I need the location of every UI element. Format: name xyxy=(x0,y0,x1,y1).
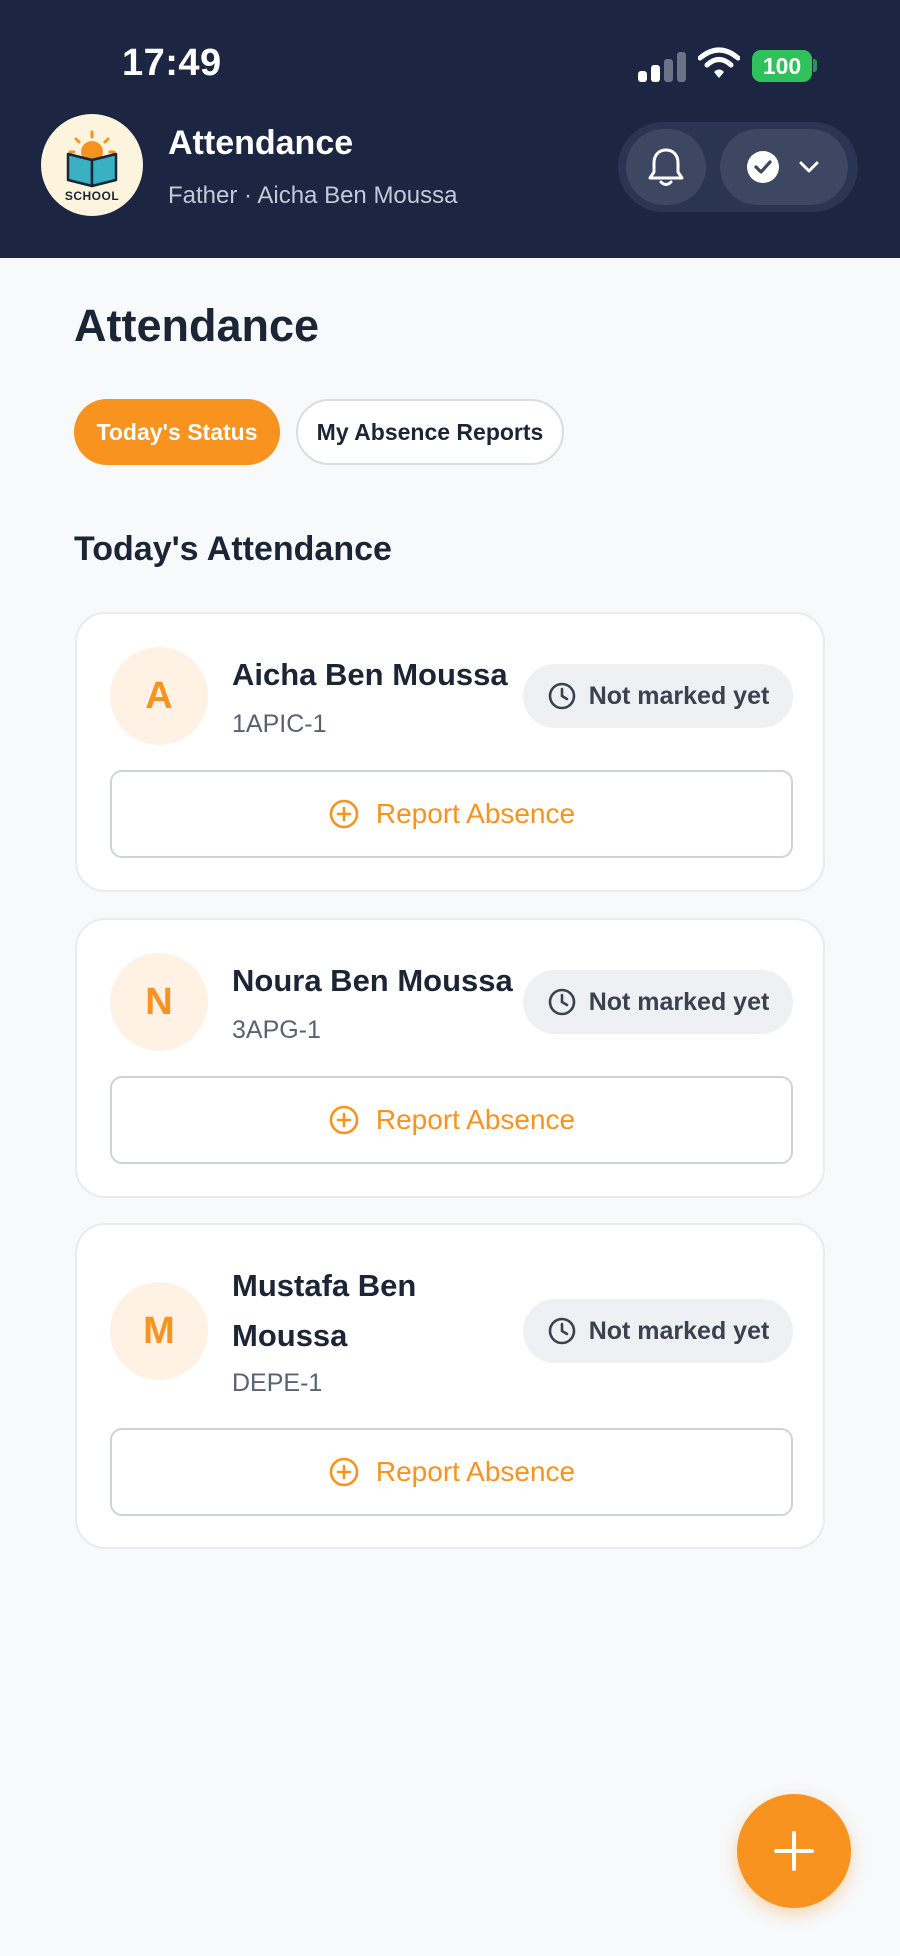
logo-text: SCHOOL xyxy=(64,189,120,203)
bell-icon xyxy=(648,148,684,186)
status-time: 17:49 xyxy=(122,42,222,84)
status-text: Not marked yet xyxy=(588,1316,770,1345)
avatar: A xyxy=(110,647,208,745)
student-name: Mustafa Ben Moussa xyxy=(232,1268,417,1353)
add-fab-button[interactable] xyxy=(737,1794,851,1908)
report-absence-label: Report Absence xyxy=(375,798,576,829)
report-absence-button[interactable]: Report Absence xyxy=(110,770,793,858)
check-circle-icon xyxy=(747,151,779,183)
avatar: M xyxy=(110,1282,208,1380)
book-sun-icon xyxy=(66,130,118,188)
section-title: Today's Attendance xyxy=(74,530,392,568)
battery-tip xyxy=(813,59,817,72)
status-badge: Not marked yet xyxy=(523,1299,793,1363)
header-actions xyxy=(618,122,858,212)
status-text: Not marked yet xyxy=(588,987,770,1016)
student-class: 3APG-1 xyxy=(232,1016,321,1044)
clock-icon xyxy=(548,1317,575,1345)
app-header: 17:49 100 SCHOOL Attendance Father · Aic… xyxy=(0,0,900,258)
student-card: M Mustafa Ben Moussa DEPE-1 Not marked y… xyxy=(75,1223,825,1549)
profile-menu-button[interactable] xyxy=(720,129,848,205)
plus-circle-icon xyxy=(329,1105,359,1135)
status-badge: Not marked yet xyxy=(523,970,793,1034)
student-card: N Noura Ben Moussa 3APG-1 Not marked yet… xyxy=(75,918,825,1198)
tab-todays-status[interactable]: Today's Status xyxy=(74,399,280,465)
battery-level: 100 xyxy=(762,52,802,79)
wifi-icon xyxy=(698,47,740,78)
student-class: DEPE-1 xyxy=(232,1369,323,1397)
tab-my-absence-reports[interactable]: My Absence Reports xyxy=(296,399,564,465)
school-logo: SCHOOL xyxy=(41,114,143,216)
cellular-signal-icon xyxy=(638,52,686,82)
avatar: N xyxy=(110,953,208,1051)
plus-circle-icon xyxy=(329,799,359,829)
user-role-label: Father · Aicha Ben Moussa xyxy=(168,182,458,209)
plus-icon xyxy=(774,1831,814,1871)
notifications-button[interactable] xyxy=(626,129,706,205)
student-name: Noura Ben Moussa xyxy=(232,963,513,998)
app-title: Attendance xyxy=(168,124,354,162)
chevron-down-icon xyxy=(799,161,819,173)
student-name: Aicha Ben Moussa xyxy=(232,657,508,692)
status-badge: Not marked yet xyxy=(523,664,793,728)
student-class: 1APIC-1 xyxy=(232,710,327,738)
report-absence-label: Report Absence xyxy=(375,1456,576,1487)
report-absence-button[interactable]: Report Absence xyxy=(110,1076,793,1164)
plus-circle-icon xyxy=(329,1457,359,1487)
report-absence-label: Report Absence xyxy=(375,1104,576,1135)
battery-indicator: 100 xyxy=(752,50,812,82)
clock-icon xyxy=(548,988,575,1016)
status-text: Not marked yet xyxy=(588,681,770,710)
report-absence-button[interactable]: Report Absence xyxy=(110,1428,793,1516)
page-title: Attendance xyxy=(74,300,320,351)
clock-icon xyxy=(548,682,575,710)
student-card: A Aicha Ben Moussa 1APIC-1 Not marked ye… xyxy=(75,612,825,892)
